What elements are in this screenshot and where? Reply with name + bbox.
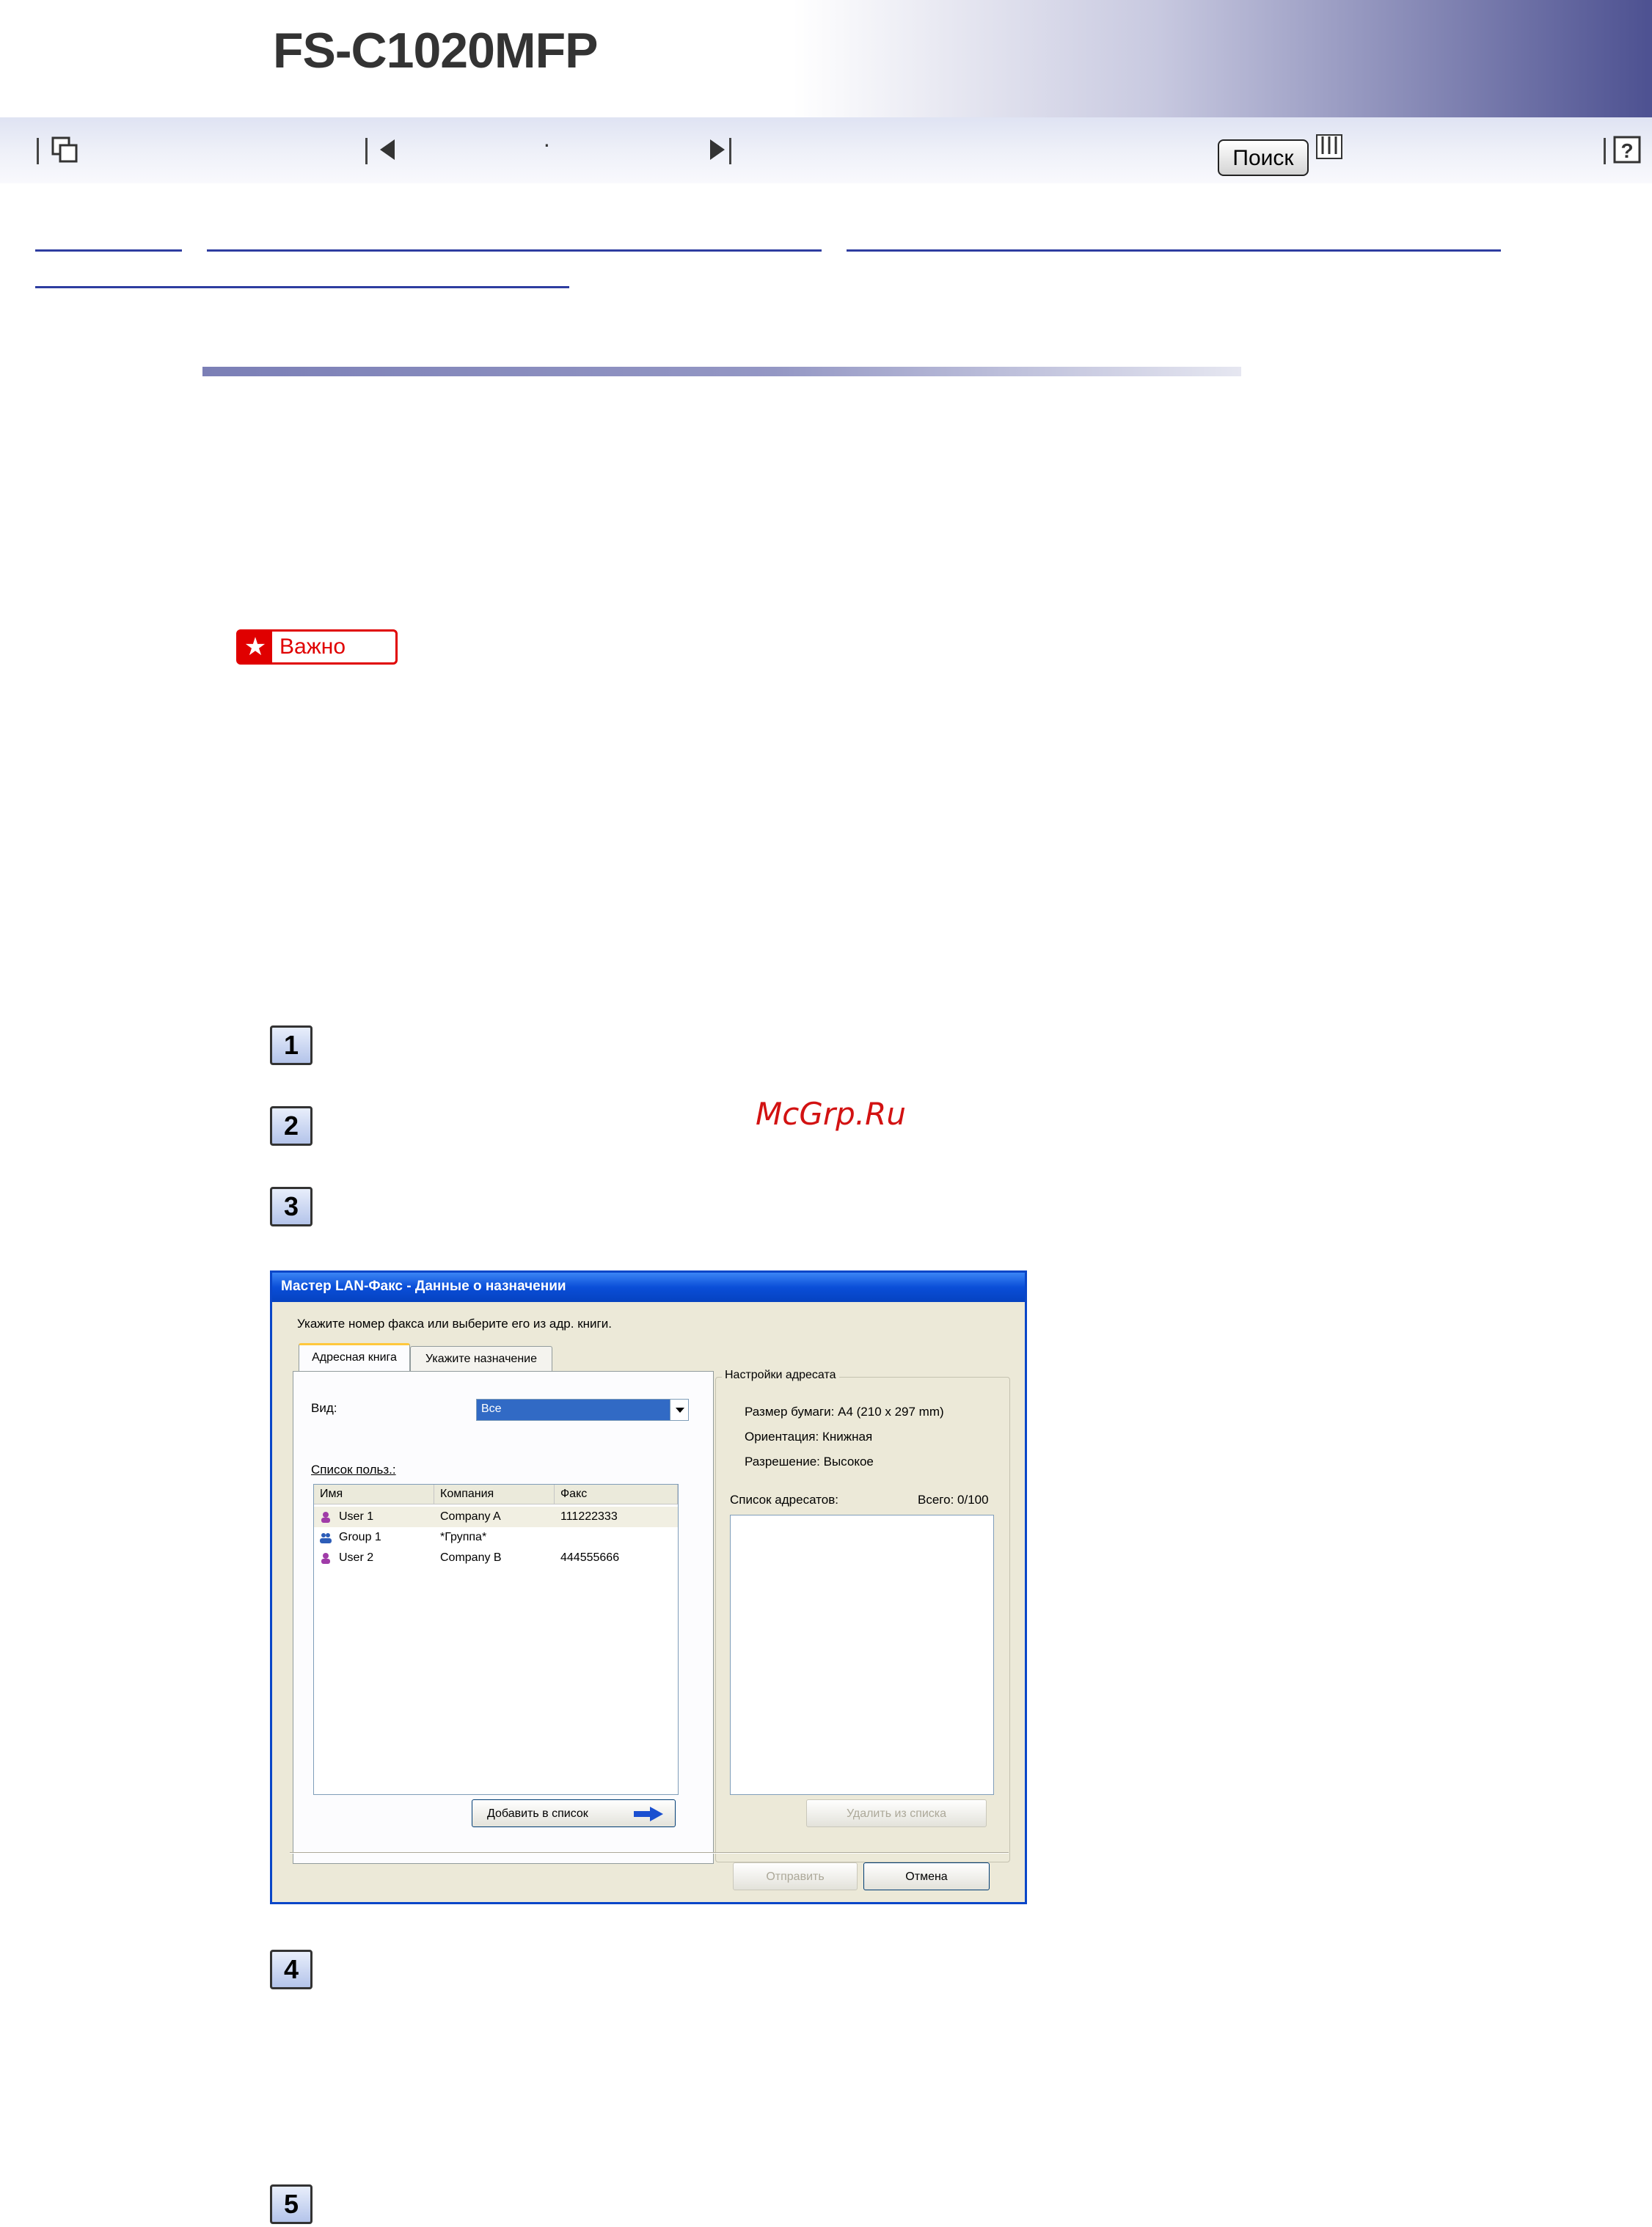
- nav-divider: [1604, 138, 1606, 164]
- row-fax: 444555666: [560, 1551, 620, 1564]
- row-company: Company A: [440, 1510, 501, 1523]
- arrow-right-icon: [634, 1807, 663, 1821]
- nav-dot: ·: [543, 131, 551, 157]
- row-name: Group 1: [339, 1531, 381, 1543]
- remove-from-list-button[interactable]: Удалить из списка: [806, 1799, 987, 1827]
- tab-address-book[interactable]: Адресная книга: [299, 1343, 410, 1373]
- row-fax: 111222333: [560, 1510, 618, 1523]
- user-list-label: Список польз.:: [311, 1463, 396, 1477]
- step-5-badge: 5: [270, 2184, 313, 2224]
- nav-divider: [37, 138, 39, 164]
- column-fax[interactable]: Факс: [555, 1485, 678, 1504]
- help-icon[interactable]: ?: [1612, 135, 1642, 164]
- table-row[interactable]: User 2 Company B 444555666: [314, 1548, 678, 1568]
- breadcrumb-link[interactable]: [207, 249, 822, 252]
- row-company: *Группа*: [440, 1531, 487, 1543]
- recipients-label: Список адресатов:: [730, 1493, 838, 1507]
- important-badge: ★ Важно: [236, 629, 398, 665]
- table-row[interactable]: Group 1 *Группа*: [314, 1527, 678, 1548]
- dialog-instruction: Укажите номер факса или выберите его из …: [297, 1317, 612, 1331]
- resolution-text: Разрешение: Высокое: [745, 1455, 874, 1469]
- breadcrumb-link[interactable]: [847, 249, 1501, 252]
- step-1-badge: 1: [270, 1025, 313, 1065]
- search-button[interactable]: Поиск: [1218, 139, 1309, 176]
- step-4-badge: 4: [270, 1950, 313, 1989]
- nav-divider: [729, 138, 731, 164]
- row-name: User 2: [339, 1551, 374, 1564]
- watermark: McGrp.Ru: [756, 1096, 906, 1132]
- recipient-settings-title: Настройки адресата: [722, 1369, 839, 1382]
- orientation-text: Ориентация: Книжная: [745, 1430, 873, 1444]
- dialog-divider: [290, 1852, 1009, 1854]
- group-icon: [320, 1533, 332, 1543]
- lan-fax-dialog: Мастер LAN-Факс - Данные о назначении Ук…: [270, 1270, 1027, 1904]
- contents-icon[interactable]: [50, 135, 79, 164]
- user-list[interactable]: Имя Компания Факс User 1 Company A 11122…: [313, 1484, 679, 1795]
- user-icon: [321, 1512, 330, 1523]
- add-to-list-button[interactable]: Добавить в список: [472, 1799, 676, 1827]
- recipients-total: Всего: 0/100: [918, 1493, 989, 1507]
- add-to-list-label: Добавить в список: [487, 1807, 588, 1820]
- index-icon[interactable]: [1315, 132, 1344, 161]
- breadcrumb-link[interactable]: [35, 286, 569, 288]
- paper-size-text: Размер бумаги: A4 (210 x 297 mm): [745, 1405, 944, 1419]
- title-rule: [202, 367, 1241, 376]
- star-icon: ★: [238, 632, 272, 662]
- view-select-value: Все: [481, 1403, 502, 1415]
- nav-divider: [365, 138, 368, 164]
- important-label: Важно: [279, 635, 346, 659]
- next-icon[interactable]: [703, 135, 732, 164]
- nav-toolbar: · ?: [0, 117, 1652, 183]
- view-label: Вид:: [311, 1401, 337, 1415]
- dialog-titlebar: Мастер LAN-Факс - Данные о назначении: [272, 1273, 1025, 1302]
- column-name[interactable]: Имя: [314, 1485, 434, 1504]
- header-banner: FS-C1020MFP: [0, 0, 1652, 117]
- recipient-list[interactable]: [730, 1515, 994, 1795]
- tab-specify-destination[interactable]: Укажите назначение: [410, 1346, 552, 1372]
- user-list-header: Имя Компания Факс: [314, 1485, 678, 1504]
- user-icon: [321, 1553, 330, 1564]
- previous-icon[interactable]: [373, 135, 402, 164]
- svg-text:?: ?: [1620, 139, 1633, 162]
- step-3-badge: 3: [270, 1187, 313, 1226]
- table-row[interactable]: User 1 Company A 111222333: [314, 1507, 678, 1527]
- product-title: FS-C1020MFP: [273, 23, 598, 78]
- chevron-down-icon[interactable]: [670, 1400, 688, 1420]
- cancel-button[interactable]: Отмена: [863, 1862, 990, 1890]
- row-company: Company B: [440, 1551, 502, 1564]
- column-company[interactable]: Компания: [434, 1485, 555, 1504]
- send-button[interactable]: Отправить: [733, 1862, 858, 1890]
- dialog-title: Мастер LAN-Факс - Данные о назначении: [281, 1279, 566, 1294]
- view-select[interactable]: Все: [476, 1399, 689, 1421]
- step-2-badge: 2: [270, 1106, 313, 1146]
- breadcrumb-link[interactable]: [35, 249, 182, 252]
- row-name: User 1: [339, 1510, 374, 1523]
